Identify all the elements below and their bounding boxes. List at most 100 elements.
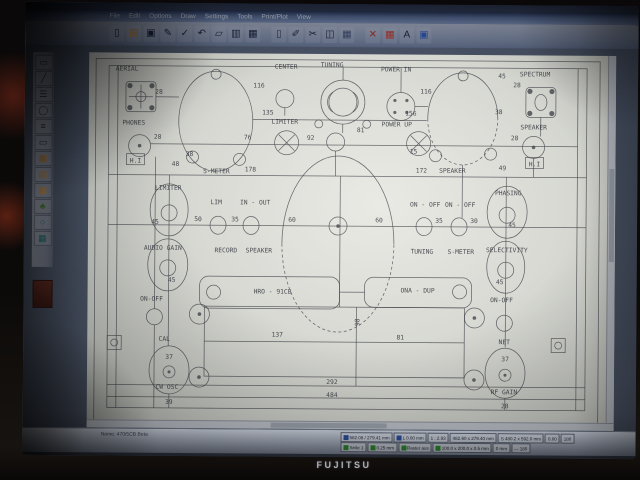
menu-item-edit[interactable]: Edit <box>129 12 140 19</box>
vertical-scroll-thumb[interactable] <box>609 168 615 262</box>
undo-icon[interactable]: ↶ <box>194 26 209 42</box>
status-cell: 482.60 x 279.40 mm <box>450 433 497 443</box>
drawing-dot <box>549 111 554 116</box>
grid-tool-icon[interactable]: ▦ <box>33 231 51 246</box>
drawing-circle <box>207 285 221 299</box>
open-folder-icon[interactable]: ▤ <box>126 26 141 42</box>
drawing-label: RECORD <box>214 247 237 254</box>
drawing-label: 98 <box>354 318 361 326</box>
library-icon[interactable]: ▥ <box>228 26 243 42</box>
drawing-dot <box>527 89 532 94</box>
polyline-tool-icon[interactable]: ☰ <box>34 87 52 102</box>
monitor-brand-logo: FUJITSU <box>44 460 640 470</box>
status-cell-icon <box>436 445 441 450</box>
drawing-label: S-METER <box>448 249 475 256</box>
drawing-arc <box>428 73 498 119</box>
drawing-label: 15 <box>410 149 418 156</box>
monitor-photo: File Edit Options Draw Settings Tools Print/Pl… <box>0 0 640 480</box>
markup-icon[interactable]: ✐ <box>288 27 303 43</box>
drawing-circle <box>496 315 512 331</box>
zoom-tool-icon[interactable]: ○ <box>33 215 51 230</box>
status-cell: 582.08 / 279.41 mm <box>341 432 393 442</box>
drawing-label: 39 <box>165 399 173 406</box>
drawing-arc <box>281 244 394 333</box>
text-tool-icon[interactable]: ≡ <box>34 119 52 134</box>
status-cell: 0.25 mm <box>367 442 397 452</box>
drawing-canvas[interactable]: AERIAL28CENTER11613538TUNING81POWER IN11… <box>87 52 617 431</box>
drawing-dot <box>393 99 396 102</box>
doc-preview-icon[interactable]: ◫ <box>322 27 337 43</box>
fill-tool-icon[interactable]: ▤ <box>34 167 52 182</box>
drawing-dot <box>472 378 476 382</box>
table-icon[interactable]: ▦ <box>339 27 354 43</box>
drawing-label: TUNING <box>410 249 433 256</box>
drawing-label: 45 <box>151 219 159 226</box>
menu-item-options[interactable]: Options <box>149 12 171 19</box>
clipboard-icon[interactable]: ▯ <box>271 27 286 43</box>
drawing-dot <box>197 375 201 379</box>
drawing-circle <box>329 88 357 116</box>
drawing-label: SPEAKER <box>439 168 466 175</box>
drawing-dot <box>473 316 477 320</box>
menu-item-file[interactable]: File <box>109 12 120 19</box>
new-file-icon[interactable]: ▯ <box>109 25 124 41</box>
horizontal-scroll-thumb[interactable] <box>271 423 387 429</box>
font-icon[interactable]: A <box>399 27 414 43</box>
pattern-tool-icon[interactable]: ▦ <box>34 183 52 198</box>
drawing-dot <box>127 83 132 88</box>
copy-icon[interactable]: ▱ <box>211 26 226 42</box>
check-icon[interactable]: ✓ <box>177 26 192 42</box>
circle-tool-icon[interactable]: ◯ <box>34 103 52 118</box>
status-cell: 1 : 2.93 <box>428 433 449 443</box>
layers-icon[interactable]: ▦ <box>245 26 260 42</box>
drawing-label: ON - OFF <box>410 202 441 209</box>
status-bar: Name: 470/5CB Beta 582.08 / 279.41 mmL 0… <box>22 427 635 456</box>
status-cell: S 480.2 x 592.0 mm <box>498 433 544 443</box>
drawing-label: 60 <box>375 217 383 224</box>
color-grid-icon[interactable]: ▦ <box>382 27 397 43</box>
drawing-label: NET <box>499 339 511 346</box>
vertical-scrollbar[interactable] <box>606 56 617 431</box>
drawing-label: AUDIO GAIN <box>144 245 182 252</box>
symbol-tool-icon[interactable]: ♣ <box>34 199 52 214</box>
drawing-circle <box>327 133 345 151</box>
drawing-label: 49 <box>499 165 507 172</box>
dims-tool-icon[interactable]: ▭ <box>34 135 52 150</box>
delete-icon[interactable]: ✕ <box>365 27 380 43</box>
drawing-label: 172 <box>416 168 428 175</box>
line-tool-icon[interactable]: ╱ <box>35 71 53 86</box>
drawing-dot <box>127 105 132 110</box>
drawing-circle <box>276 90 294 108</box>
drawing-svg: AERIAL28CENTER11613538TUNING81POWER IN11… <box>87 52 610 424</box>
menu-item-draw[interactable]: Draw <box>181 12 196 19</box>
status-row-2: Seite 10.25 mmRaster aus100.0 x 200.0 x … <box>340 442 530 453</box>
menu-item-view[interactable]: View <box>297 13 311 20</box>
color-palette-block[interactable] <box>32 280 52 308</box>
menu-item-settings[interactable]: Settings <box>205 13 229 20</box>
drawing-label: 156 <box>405 111 417 118</box>
status-cell: 180 <box>561 434 575 444</box>
save-icon[interactable]: ▣ <box>143 26 158 42</box>
drawing-circle <box>111 339 118 346</box>
menu-item-tools[interactable]: Tools <box>237 13 252 20</box>
drawing-label: 484 <box>326 392 338 399</box>
drawing-circle <box>555 342 562 349</box>
drawing-label: 37 <box>501 356 509 363</box>
hatch-tool-icon[interactable]: ▦ <box>34 151 52 166</box>
scissors-icon[interactable]: ✂ <box>305 27 320 43</box>
drawing-circle <box>453 285 467 299</box>
drawing-rect <box>551 339 565 353</box>
status-cell-icon <box>343 445 348 450</box>
menu-item-print-plot[interactable]: Print/Plot <box>261 13 287 20</box>
drawing-label: 81 <box>396 334 404 341</box>
drawing-label: 35 <box>435 218 443 225</box>
save-colored-icon[interactable]: ▣ <box>416 28 431 44</box>
drawing-circle <box>211 69 221 79</box>
drawing-label: ON-OFF <box>140 296 163 303</box>
drawing-dot <box>149 83 154 88</box>
select-tool-icon[interactable]: ▭ <box>35 55 53 70</box>
drawing-arc <box>353 92 359 112</box>
status-cell: Raster aus <box>398 442 432 452</box>
pen-icon[interactable]: ✎ <box>160 26 175 42</box>
drawing-label: 50 <box>194 216 202 223</box>
